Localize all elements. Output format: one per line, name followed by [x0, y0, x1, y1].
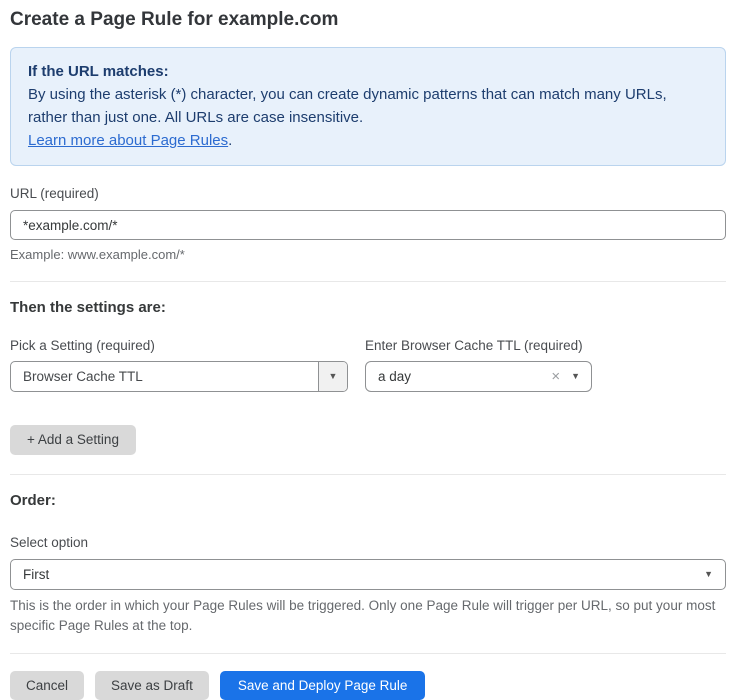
- order-helper-text: This is the order in which your Page Rul…: [10, 596, 726, 636]
- chevron-down-icon: ▼: [566, 372, 591, 381]
- divider: [10, 474, 726, 475]
- divider: [10, 653, 726, 654]
- setting-picker-select[interactable]: Browser Cache TTL ▼: [10, 361, 348, 392]
- info-box-link-line: Learn more about Page Rules.: [28, 129, 708, 152]
- footer-actions: Cancel Save as Draft Save and Deploy Pag…: [10, 671, 726, 700]
- save-as-draft-button[interactable]: Save as Draft: [95, 671, 209, 700]
- ttl-picker-label: Enter Browser Cache TTL (required): [365, 338, 592, 353]
- save-and-deploy-button[interactable]: Save and Deploy Page Rule: [220, 671, 426, 700]
- link-suffix: .: [228, 132, 232, 149]
- order-select[interactable]: First ▼: [10, 559, 726, 590]
- ttl-picker-value: a day: [366, 369, 545, 384]
- ttl-picker-select[interactable]: a day × ▼: [365, 361, 592, 392]
- divider: [10, 281, 726, 282]
- setting-picker-arrow-segment[interactable]: ▼: [318, 362, 347, 391]
- setting-picker-label: Pick a Setting (required): [10, 338, 348, 353]
- url-field-label: URL (required): [10, 186, 726, 201]
- order-section-heading: Order:: [10, 492, 726, 509]
- chevron-down-icon: ▼: [692, 570, 725, 579]
- add-setting-button[interactable]: + Add a Setting: [10, 425, 136, 455]
- ttl-picker-group: Enter Browser Cache TTL (required) a day…: [365, 316, 592, 392]
- setting-picker-value: Browser Cache TTL: [11, 369, 318, 384]
- clear-icon[interactable]: ×: [545, 369, 566, 384]
- order-select-value: First: [11, 567, 692, 582]
- url-example-helper: Example: www.example.com/*: [10, 247, 726, 262]
- info-box-heading: If the URL matches:: [28, 60, 708, 83]
- info-box-body: By using the asterisk (*) character, you…: [28, 83, 708, 129]
- learn-more-link[interactable]: Learn more about Page Rules: [28, 132, 228, 149]
- chevron-down-icon: ▼: [329, 372, 338, 381]
- url-match-info-box: If the URL matches: By using the asteris…: [10, 47, 726, 166]
- page-rule-form: Create a Page Rule for example.com If th…: [0, 0, 736, 700]
- setting-picker-group: Pick a Setting (required) Browser Cache …: [10, 316, 348, 392]
- order-select-label: Select option: [10, 535, 726, 550]
- page-title: Create a Page Rule for example.com: [10, 8, 726, 32]
- settings-row: Pick a Setting (required) Browser Cache …: [10, 316, 726, 392]
- settings-section-heading: Then the settings are:: [10, 299, 726, 316]
- url-input[interactable]: [10, 210, 726, 240]
- cancel-button[interactable]: Cancel: [10, 671, 84, 700]
